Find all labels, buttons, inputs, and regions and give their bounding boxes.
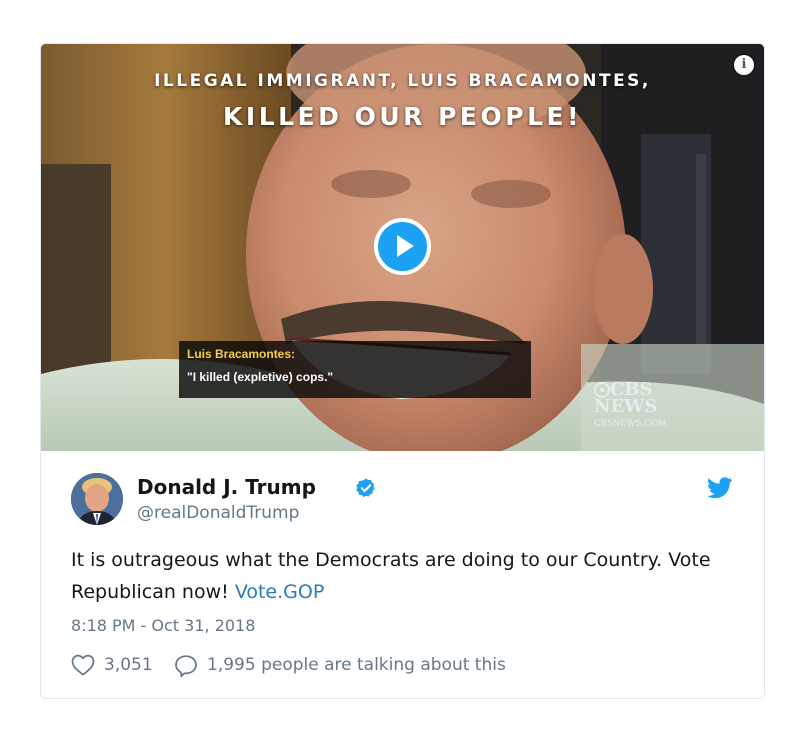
- conversation-link[interactable]: 1,995 people are talking about this: [174, 653, 594, 679]
- verified-badge-icon: [356, 478, 375, 498]
- tweet-embed-card: ILLEGAL IMMIGRANT, LUIS BRACAMONTES, KIL…: [40, 43, 765, 699]
- display-name[interactable]: Donald J. Trump: [137, 475, 316, 499]
- info-icon[interactable]: i: [734, 55, 754, 75]
- like-count: 3,051: [104, 655, 153, 675]
- play-icon: [397, 235, 414, 257]
- heart-icon: [71, 654, 95, 676]
- tweet-timestamp[interactable]: 8:18 PM - Oct 31, 2018: [71, 616, 255, 635]
- tweet-header: Donald J. Trump @realDonaldTrump: [71, 472, 736, 528]
- video-headline-line2: KILLED OUR PEOPLE!: [223, 102, 582, 131]
- news-logo-text: NEWS: [594, 396, 658, 417]
- twitter-bird-icon[interactable]: [707, 477, 733, 499]
- speech-bubble-icon: [175, 655, 197, 678]
- play-button[interactable]: [374, 218, 431, 275]
- cbs-news-logo: CBS NEWS CBSNEWS.COM: [594, 379, 674, 428]
- cbs-eye-icon: [594, 381, 610, 398]
- user-handle[interactable]: @realDonaldTrump: [137, 503, 299, 523]
- video-headline-line1: ILLEGAL IMMIGRANT, LUIS BRACAMONTES,: [154, 71, 651, 91]
- video-caption: Luis Bracamontes: "I killed (expletive) …: [179, 341, 531, 398]
- vote-gop-link[interactable]: Vote.GOP: [235, 581, 324, 603]
- caption-speaker: Luis Bracamontes:: [187, 347, 296, 361]
- caption-quote: "I killed (expletive) cops.": [187, 370, 334, 384]
- tweet-body: It is outrageous what the Democrats are …: [71, 549, 711, 603]
- avatar[interactable]: [71, 473, 123, 525]
- like-button[interactable]: 3,051: [71, 653, 163, 679]
- replies-text: 1,995 people are talking about this: [207, 655, 506, 675]
- video-media[interactable]: ILLEGAL IMMIGRANT, LUIS BRACAMONTES, KIL…: [41, 44, 764, 451]
- network-site: CBSNEWS.COM: [594, 418, 667, 428]
- tweet-text: It is outrageous what the Democrats are …: [71, 544, 731, 608]
